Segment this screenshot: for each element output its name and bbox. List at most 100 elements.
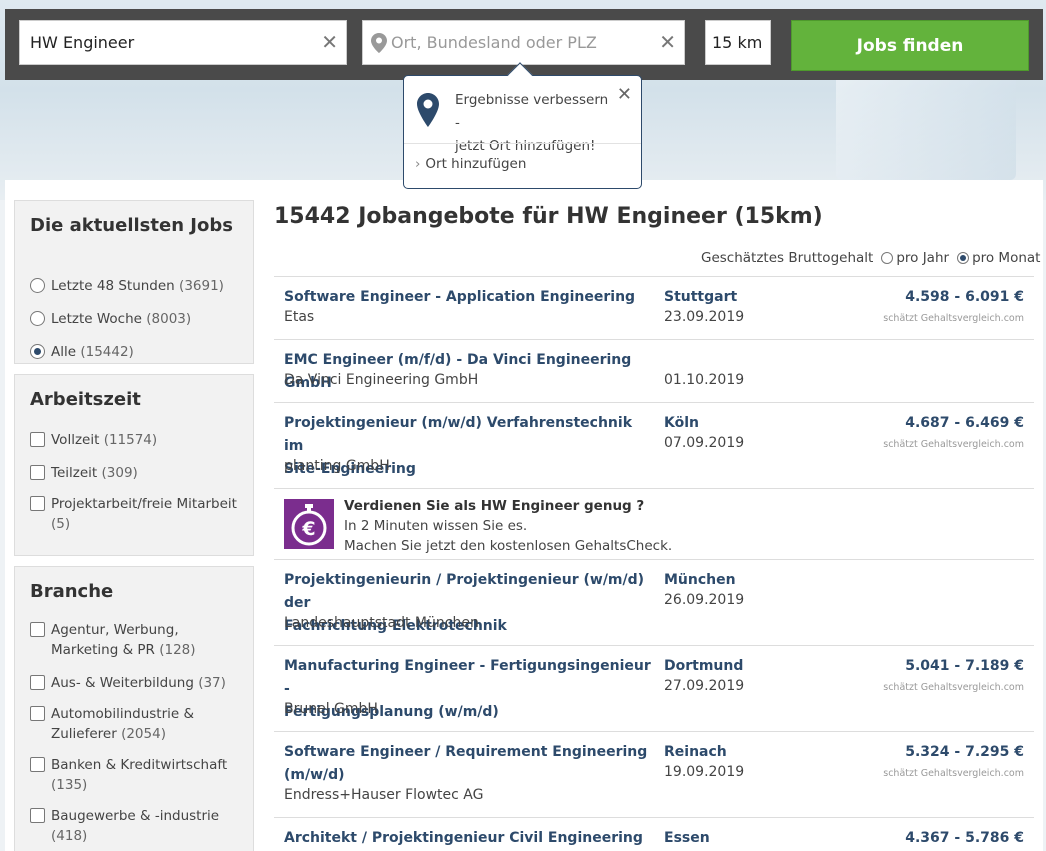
filter-option-automotive[interactable]: Automobilindustrie & Zulieferer (2054) [30, 704, 194, 744]
filter-option-agency[interactable]: Agentur, Werbung, Marketing & PR (128) [30, 620, 196, 660]
filter-title: Die aktuellsten Jobs [30, 215, 233, 236]
option-count: (135) [51, 777, 88, 793]
divider [404, 143, 641, 144]
salary-source: schätzt Gehaltsvergleich.com [883, 439, 1024, 450]
option-label: Teilzeit [51, 465, 98, 481]
filter-option-48h[interactable]: Letzte 48 Stunden (3691) [30, 276, 224, 296]
option-label: Banken & Kreditwirtschaft [51, 757, 228, 773]
job-date: 23.09.2019 [664, 309, 745, 325]
promo-line1: In 2 Minuten wissen Sie es. [344, 518, 528, 534]
option-label: Vollzeit [51, 432, 100, 448]
job-location: Reinach [664, 744, 727, 760]
salary-range: 5.041 - 7.189 € [905, 658, 1024, 674]
job-date: 07.09.2019 [664, 435, 745, 451]
map-pin-icon [417, 93, 439, 127]
job-date: 01.10.2019 [664, 372, 745, 388]
filter-option-parttime[interactable]: Teilzeit (309) [30, 463, 138, 483]
tooltip-message: Ergebnisse verbessern - jetzt Ort hinzuf… [455, 89, 615, 158]
option-count: (11574) [103, 432, 158, 448]
checkbox[interactable] [30, 496, 45, 511]
checkbox[interactable] [30, 465, 45, 480]
company-name: Etas [284, 309, 315, 325]
radius-select[interactable]: 15 km [705, 20, 771, 65]
job-search-field[interactable]: ✕ [19, 20, 347, 65]
salary-month-label[interactable]: pro Monat [972, 250, 1040, 266]
salary-year-label[interactable]: pro Jahr [896, 250, 949, 266]
option-count: (2054) [121, 726, 166, 742]
job-row[interactable]: Software Engineer / Requirement Engineer… [274, 732, 1034, 818]
filter-option-banking[interactable]: Banken & Kreditwirtschaft (135) [30, 755, 227, 795]
add-location-link[interactable]: › Ort hinzufügen [415, 156, 526, 172]
filter-recent-jobs: Die aktuellsten Jobs Letzte 48 Stunden (… [14, 200, 254, 364]
location-input[interactable] [387, 21, 684, 64]
close-icon[interactable]: ✕ [617, 84, 632, 105]
main-content: Die aktuellsten Jobs Letzte 48 Stunden (… [5, 180, 1043, 851]
add-location-label: Ort hinzufügen [425, 156, 527, 172]
clear-job-icon[interactable]: ✕ [321, 32, 338, 52]
location-pin-icon [371, 32, 387, 53]
checkbox[interactable] [30, 808, 45, 823]
filter-title: Arbeitszeit [30, 389, 141, 410]
radio-icon-selected[interactable] [30, 344, 45, 359]
job-title-link[interactable]: Software Engineer - Application Engineer… [284, 286, 654, 309]
company-name: Endress+Hauser Flowtec AG [284, 787, 484, 803]
option-label: Marketing & PR [51, 642, 155, 658]
option-label: Alle [51, 344, 77, 360]
stopwatch-euro-icon: € [284, 499, 334, 549]
job-row[interactable]: Architekt / Projektingenieur Civil Engin… [274, 818, 1034, 851]
job-row[interactable]: Manufacturing Engineer - Fertigungsingen… [274, 646, 1034, 732]
filter-option-all[interactable]: Alle (15442) [30, 342, 134, 362]
job-row[interactable]: Software Engineer - Application Engineer… [274, 277, 1034, 340]
salary-source: schätzt Gehaltsvergleich.com [883, 313, 1024, 324]
option-count: (3691) [179, 278, 224, 294]
job-location: Essen [664, 830, 710, 846]
option-count: (15442) [80, 344, 134, 360]
company-name: planting GmbH [284, 458, 390, 474]
filter-option-week[interactable]: Letzte Woche (8003) [30, 309, 191, 329]
job-list: Software Engineer - Application Engineer… [274, 276, 1034, 851]
location-field[interactable]: ✕ [362, 20, 685, 65]
radio-year[interactable] [881, 252, 894, 264]
promo-row[interactable]: € Verdienen Sie als HW Engineer genug ? … [274, 489, 1034, 560]
filter-option-construction[interactable]: Baugewerbe & -industrie (418) [30, 806, 219, 846]
checkbox[interactable] [30, 757, 45, 772]
salary-range: 4.367 - 5.786 € [905, 830, 1024, 846]
job-row[interactable]: Projektingenieurin / Projektingenieur (w… [274, 560, 1034, 646]
clear-location-icon[interactable]: ✕ [659, 32, 676, 52]
job-location: Stuttgart [664, 289, 738, 305]
filter-branch: Branche Agentur, Werbung, Marketing & PR … [14, 566, 254, 851]
radio-icon[interactable] [30, 278, 45, 293]
job-row[interactable]: EMC Engineer (m/f/d) - Da Vinci Engineer… [274, 340, 1034, 403]
option-count: (5) [51, 516, 71, 532]
option-label: Letzte Woche [51, 311, 142, 327]
option-count: (418) [51, 828, 88, 844]
option-count: (128) [159, 642, 196, 658]
salary-toggle: Geschätztes Bruttogehalt pro Jahr pro Mo… [701, 250, 1040, 266]
job-location: Dortmund [664, 658, 744, 674]
checkbox[interactable] [30, 706, 45, 721]
filter-option-project[interactable]: Projektarbeit/freie Mitarbeit (5) [30, 494, 240, 534]
option-count: (8003) [146, 311, 192, 327]
tooltip-line2: jetzt Ort hinzufügen! [455, 138, 596, 154]
option-count: (309) [101, 465, 138, 481]
promo-text: Verdienen Sie als HW Engineer genug ? In… [344, 496, 672, 556]
company-name: Da Vinci Engineering GmbH [284, 372, 479, 388]
checkbox[interactable] [30, 622, 45, 637]
option-label: Projektarbeit/freie Mitarbeit [51, 496, 237, 512]
results-title: 15442 Jobangebote für HW Engineer (15km) [274, 204, 823, 229]
salary-range: 4.687 - 6.469 € [905, 415, 1024, 431]
filter-option-education[interactable]: Aus- & Weiterbildung (37) [30, 673, 226, 693]
checkbox[interactable] [30, 675, 45, 690]
radio-month[interactable] [957, 252, 970, 264]
filter-option-fulltime[interactable]: Vollzeit (11574) [30, 430, 157, 450]
job-search-input[interactable] [20, 21, 346, 64]
chevron-right-icon: › [415, 156, 421, 172]
job-title-link[interactable]: Architekt / Projektingenieur Civil Engin… [284, 827, 654, 850]
job-row[interactable]: Projektingenieur (m/w/d) Verfahrenstechn… [274, 403, 1034, 489]
radio-icon[interactable] [30, 311, 45, 326]
checkbox[interactable] [30, 432, 45, 447]
find-jobs-button[interactable]: Jobs finden [791, 20, 1029, 71]
job-date: 26.09.2019 [664, 592, 745, 608]
job-title-link[interactable]: Software Engineer / Requirement Engineer… [284, 741, 654, 787]
radius-value: 15 km [712, 33, 763, 52]
